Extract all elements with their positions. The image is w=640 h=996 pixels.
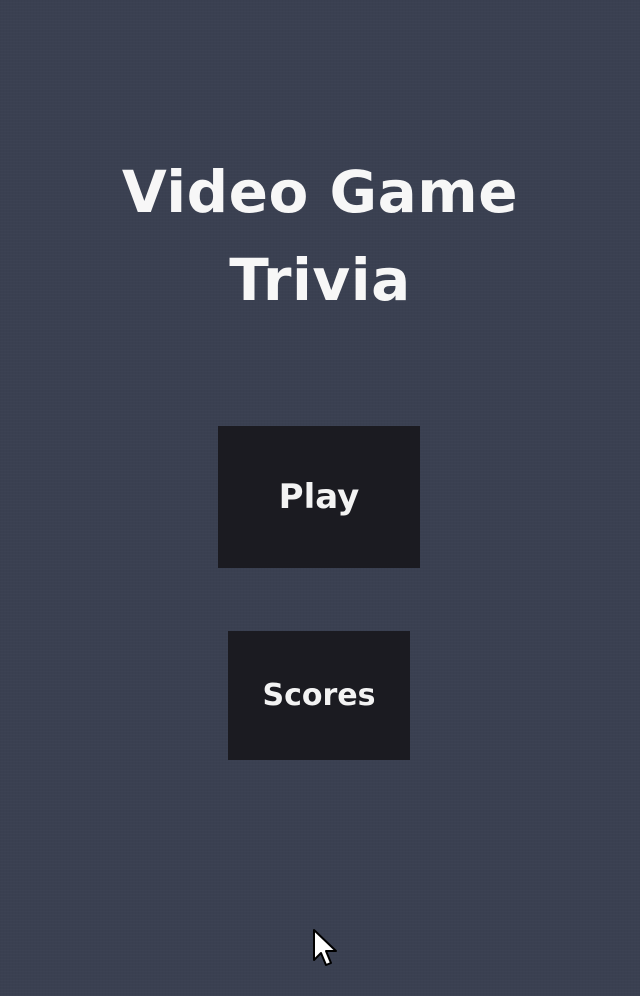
scores-button[interactable]: Scores <box>228 631 410 760</box>
game-title: Video Game Trivia <box>0 148 640 324</box>
game-title-line-2: Trivia <box>229 246 411 314</box>
mouse-pointer-icon <box>313 929 337 966</box>
game-title-line-1: Video Game <box>121 158 519 226</box>
play-button[interactable]: Play <box>218 426 420 568</box>
